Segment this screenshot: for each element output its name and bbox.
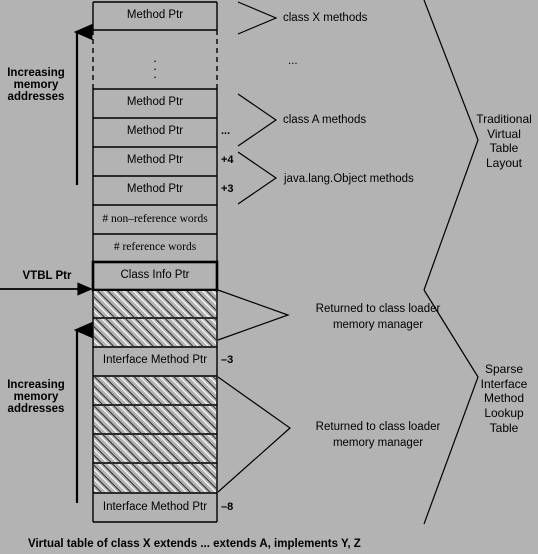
table-row-label-interface-method-ptr: Interface Method Ptr [102, 501, 208, 513]
bracket-class-a [237, 93, 278, 147]
annotation-middle-ellipsis: ... [288, 55, 298, 67]
table-row-label: Method Ptr [126, 154, 184, 166]
offset-label-minus-3: –3 [221, 354, 234, 366]
table-row-label: Method Ptr [126, 125, 184, 137]
bracket-returned-bottom [217, 376, 291, 493]
annotation-class-a-methods: class A methods [283, 114, 367, 126]
diagram-canvas: Method Ptr . . . Method Ptr Method Ptr M… [0, 0, 538, 554]
table-row-label: # reference words [113, 241, 197, 253]
bracket-class-x [237, 1, 278, 35]
hatched-regions [94, 291, 216, 492]
offset-label-minus-8: –8 [221, 501, 234, 513]
table-row-label: Method Ptr [126, 183, 184, 195]
annotation-object-methods: java.lang.Object methods [284, 173, 414, 185]
offset-label-plus-3: +3 [221, 183, 234, 195]
vtbl-ptr-label: VTBL Ptr [22, 270, 72, 282]
label-sparse-interface-method-lookup-table: Sparse Interface Method Lookup Table [480, 362, 528, 435]
offset-label-plus-4: +4 [221, 154, 234, 166]
figure-caption: Virtual table of class X extends ... ext… [28, 538, 361, 550]
increasing-memory-addresses-label-top: Increasing memory addresses [7, 67, 65, 103]
table-row-label: # non–reference words [102, 213, 208, 225]
annotation-returned-to-class-loader-top: Returned to class loader memory manager [315, 303, 441, 331]
increasing-memory-addresses-label-bottom: Increasing memory addresses [7, 379, 65, 415]
label-traditional-virtual-table-layout: Traditional Virtual Table Layout [476, 112, 532, 170]
annotation-returned-to-class-loader-bottom: Returned to class loader memory manager [315, 421, 441, 449]
table-row-label-interface-method-ptr: Interface Method Ptr [102, 354, 208, 366]
offset-label-ellipsis: ... [221, 125, 231, 137]
bracket-returned-top [217, 289, 290, 341]
bracket-object-methods [237, 151, 278, 205]
table-row-label: Method Ptr [126, 9, 184, 21]
vertical-ellipsis-dot-3: . [153, 66, 157, 81]
annotation-class-x-methods: class X methods [283, 12, 368, 24]
table-row-label: Method Ptr [126, 96, 184, 108]
table-row-label-class-info-ptr: Class Info Ptr [120, 269, 190, 281]
